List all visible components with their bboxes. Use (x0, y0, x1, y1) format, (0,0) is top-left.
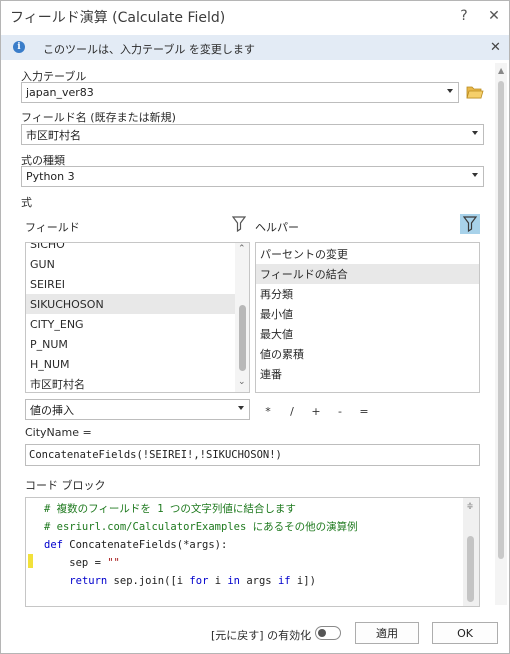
field-list-item[interactable]: GUN (26, 254, 235, 274)
chevron-down-icon (472, 173, 478, 177)
chevron-down-icon (472, 131, 478, 135)
fields-scroll-thumb[interactable] (239, 305, 246, 371)
code-token: sep = (44, 557, 108, 569)
info-icon: i (13, 41, 25, 53)
code-token: # 複数のフィールドを 1 つの文字列値に結合します (44, 503, 296, 515)
field-list-item[interactable]: CITY_ENG (26, 314, 235, 334)
helpers-list[interactable]: パーセントの変更 フィールドの結合 再分類 最小値 最大値 値の累積 連番 (255, 242, 480, 393)
dialog-title: フィールド演算 (Calculate Field) (10, 10, 226, 26)
helper-list-item[interactable]: 連番 (256, 364, 479, 384)
code-token: args (240, 575, 278, 587)
title-bar: フィールド演算 (Calculate Field) ? ✕ (1, 1, 509, 31)
field-list-item[interactable]: SIKUCHOSON (26, 294, 235, 314)
input-table-value: japan_ver83 (26, 86, 94, 99)
code-block-label: コード ブロック (25, 479, 106, 492)
folder-icon (466, 86, 484, 99)
code-line: sep = "" (44, 555, 120, 571)
expression-label: CityName = (25, 426, 92, 439)
operator-divide-button[interactable]: / (285, 405, 299, 418)
browse-folder-button[interactable] (466, 84, 484, 100)
code-line: # esriurl.com/CalculatorExamples にあるその他の… (44, 519, 358, 535)
change-marker (28, 554, 33, 568)
helper-list-item[interactable]: 再分類 (256, 284, 479, 304)
field-name-value: 市区町村名 (26, 128, 81, 142)
code-line: return sep.join([i for i in args if i]) (44, 573, 316, 589)
operator-equals-button[interactable]: = (357, 405, 371, 418)
code-token: ConcatenateFields(*args): (62, 539, 228, 551)
info-close-icon[interactable]: ✕ (490, 40, 501, 55)
close-icon: ✕ (488, 8, 500, 24)
undo-toggle-label: [元に戻す] の有効化 (211, 629, 312, 642)
code-token: for (189, 575, 209, 587)
field-list-item[interactable]: SEIREI (26, 274, 235, 294)
expression-value: ConcatenateFields(!SEIREI!,!SIKUCHOSON!) (29, 449, 282, 461)
field-list-item[interactable]: 市区町村名 (26, 374, 235, 392)
expression-section-label: 式 (21, 196, 32, 209)
code-block-editor[interactable]: # 複数のフィールドを 1 つの文字列値に結合します # esriurl.com/… (25, 497, 480, 607)
filter-icon (231, 216, 247, 233)
fields-list[interactable]: SICHO GUN SEIREI SIKUCHOSON CITY_ENG P_NUM H_N… (25, 242, 250, 393)
code-scroll-thumb[interactable] (467, 536, 474, 602)
fields-scrollbar[interactable]: ⌃ ⌄ (235, 243, 249, 392)
scroll-up-icon[interactable]: ▲ (498, 66, 504, 75)
code-token: i]) (290, 575, 316, 587)
code-token: "" (107, 557, 120, 569)
operator-multiply-button[interactable]: * (261, 405, 275, 418)
ok-button[interactable]: OK (432, 622, 498, 644)
code-scrollbar[interactable]: ≑ (463, 498, 479, 606)
field-name-combo[interactable]: 市区町村名 (21, 124, 484, 145)
expression-input[interactable]: ConcatenateFields(!SEIREI!,!SIKUCHOSON!) (25, 444, 480, 466)
insert-values-combo[interactable]: 値の挿入 (25, 399, 250, 420)
dialog-scroll-thumb[interactable] (498, 81, 504, 559)
scroll-up-icon[interactable]: ⌃ (238, 244, 246, 254)
undo-toggle[interactable] (315, 626, 341, 640)
helper-list-item[interactable]: パーセントの変更 (256, 244, 479, 264)
insert-values-value: 値の挿入 (30, 403, 74, 417)
chevron-down-icon (447, 89, 453, 93)
help-button[interactable]: ? (453, 5, 475, 27)
fields-label: フィールド (25, 221, 80, 234)
helpers-filter-button[interactable] (460, 214, 480, 234)
input-table-combo[interactable]: japan_ver83 (21, 82, 459, 103)
info-message: このツールは、入力テーブル を変更します (43, 43, 255, 56)
info-bar: i このツールは、入力テーブル を変更します ✕ (1, 35, 509, 60)
helper-list-item[interactable]: 最大値 (256, 324, 479, 344)
field-list-item[interactable]: SICHO (26, 243, 235, 254)
helper-list-item[interactable]: フィールドの結合 (256, 264, 479, 284)
toggle-knob (318, 629, 326, 637)
code-token: i (208, 575, 228, 587)
expression-type-value: Python 3 (26, 170, 75, 183)
field-name-label: フィールド名 (既存または新規) (21, 111, 176, 124)
fields-filter-button[interactable] (231, 216, 247, 233)
code-token: def (44, 539, 63, 551)
split-handle-icon[interactable]: ≑ (467, 501, 473, 512)
chevron-down-icon (238, 406, 244, 410)
code-line: # 複数のフィールドを 1 つの文字列値に結合します (44, 501, 296, 517)
code-token: if (277, 575, 291, 587)
helper-list-item[interactable]: 値の累積 (256, 344, 479, 364)
code-token: in (227, 575, 241, 587)
dialog-scrollbar[interactable]: ▲ (495, 63, 507, 605)
close-button[interactable]: ✕ (483, 5, 505, 27)
code-token: sep.join([i (107, 575, 190, 587)
code-token: # esriurl.com/CalculatorExamples にあるその他の… (44, 521, 358, 533)
expression-type-combo[interactable]: Python 3 (21, 166, 484, 187)
helper-list-item[interactable]: 最小値 (256, 304, 479, 324)
calculate-field-dialog: フィールド演算 (Calculate Field) ? ✕ i このツールは、入… (0, 0, 510, 654)
code-token: return (69, 575, 108, 587)
filter-icon (462, 216, 478, 233)
operator-plus-button[interactable]: + (309, 405, 323, 418)
helpers-label: ヘルパー (255, 221, 299, 234)
field-list-item[interactable]: P_NUM (26, 334, 235, 354)
apply-button[interactable]: 適用 (355, 622, 419, 644)
operator-minus-button[interactable]: - (333, 405, 347, 418)
help-icon: ? (460, 8, 468, 24)
field-list-item[interactable]: H_NUM (26, 354, 235, 374)
scroll-down-icon[interactable]: ⌄ (238, 377, 246, 387)
code-line: def ConcatenateFields(*args): (44, 537, 227, 553)
